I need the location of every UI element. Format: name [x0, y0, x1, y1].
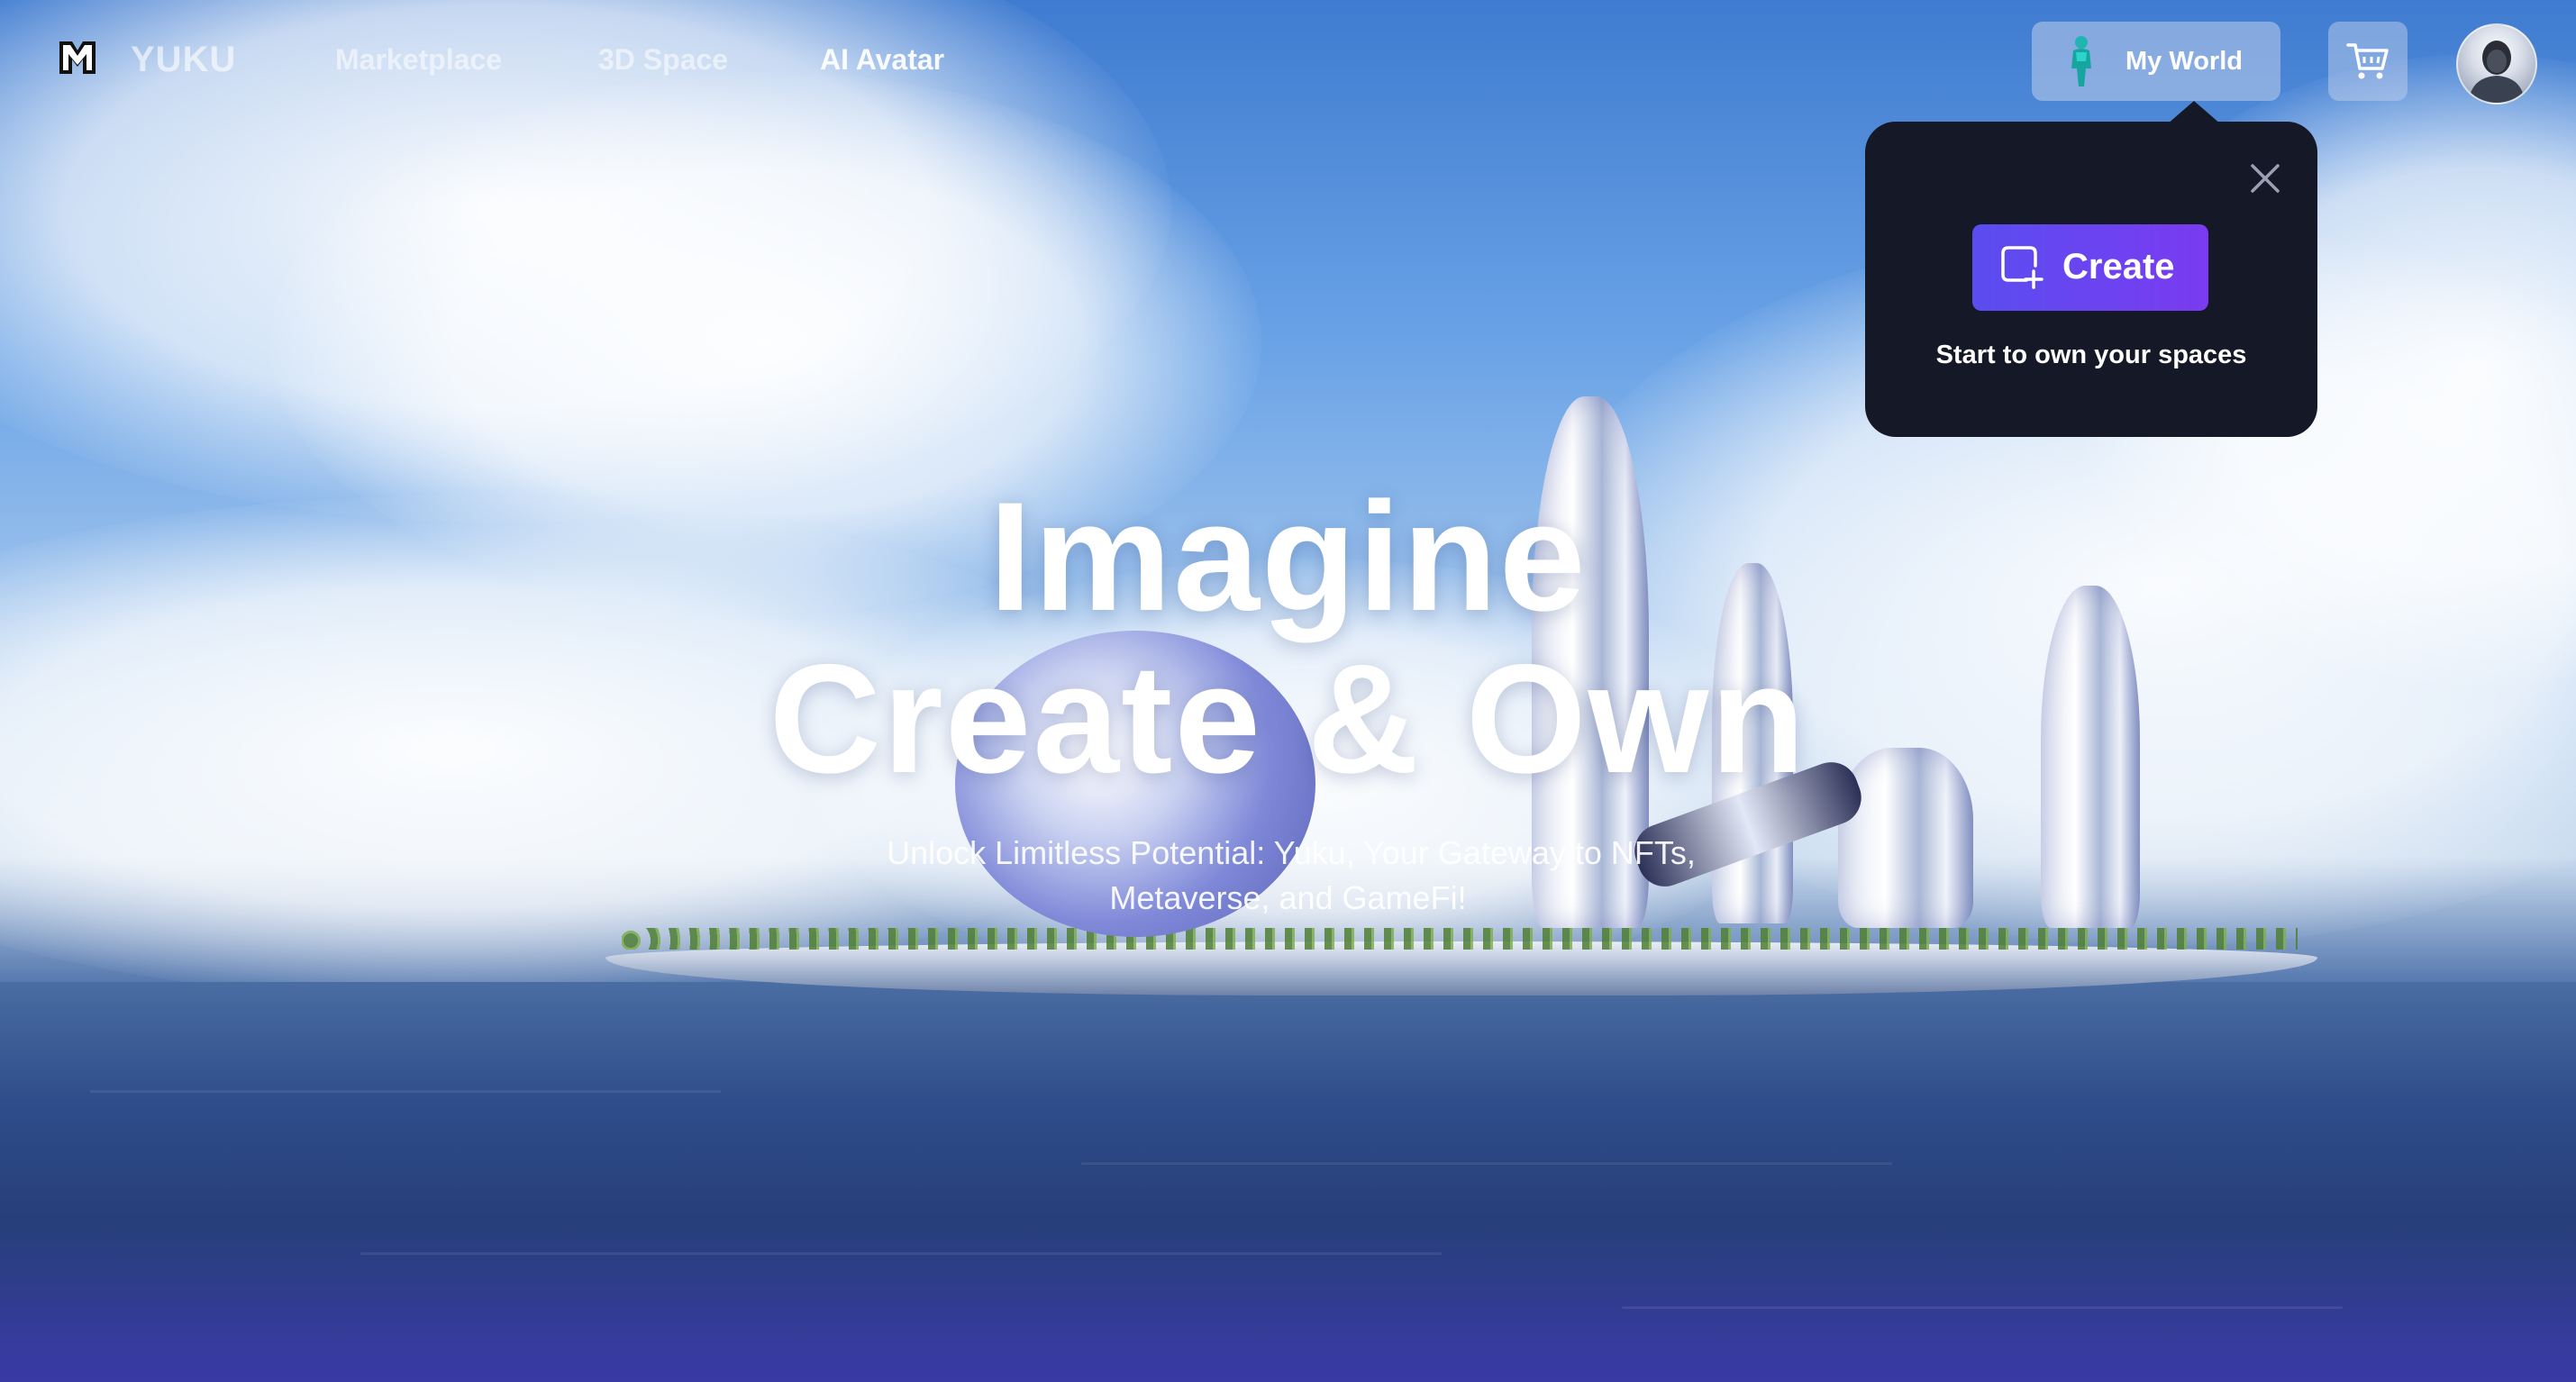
my-world-button[interactable]: My World [2032, 22, 2280, 101]
brand-name[interactable]: YUKU [131, 40, 236, 80]
hero-title-line-1: Imagine [988, 470, 1588, 643]
page: YUKU Marketplace 3D Space AI Avatar My W… [0, 0, 2576, 1382]
yuku-logo-icon[interactable] [58, 38, 97, 77]
create-button[interactable]: Create [1972, 224, 2208, 311]
popover-caption: Start to own your spaces [1935, 341, 2247, 369]
sea [0, 982, 2576, 1382]
island-greenery [622, 928, 2298, 950]
nav-link-ai-avatar[interactable]: AI Avatar [820, 43, 944, 77]
cart-button[interactable] [2328, 22, 2408, 101]
hero-subtitle-line-2: Metaverse, and GameFi! [1109, 879, 1467, 916]
hero-title-line-2: Create & Own [769, 632, 1807, 805]
wave [1622, 1306, 2343, 1309]
nav-link-marketplace[interactable]: Marketplace [335, 43, 502, 77]
nav-link-3d-space[interactable]: 3D Space [598, 43, 728, 77]
my-world-label: My World [2125, 47, 2243, 76]
wave [90, 1090, 721, 1093]
wave [1081, 1162, 1892, 1165]
create-label: Create [2062, 247, 2175, 286]
wave [360, 1252, 1442, 1255]
hero-subtitle-line-1: Unlock Limitless Potential: Yuku, Your G… [887, 834, 1696, 871]
create-plus-icon [1999, 244, 2044, 289]
close-icon[interactable] [2247, 160, 2283, 196]
avatar-figure-icon [2066, 34, 2097, 88]
user-avatar[interactable] [2456, 23, 2537, 105]
cart-icon [2346, 41, 2389, 86]
